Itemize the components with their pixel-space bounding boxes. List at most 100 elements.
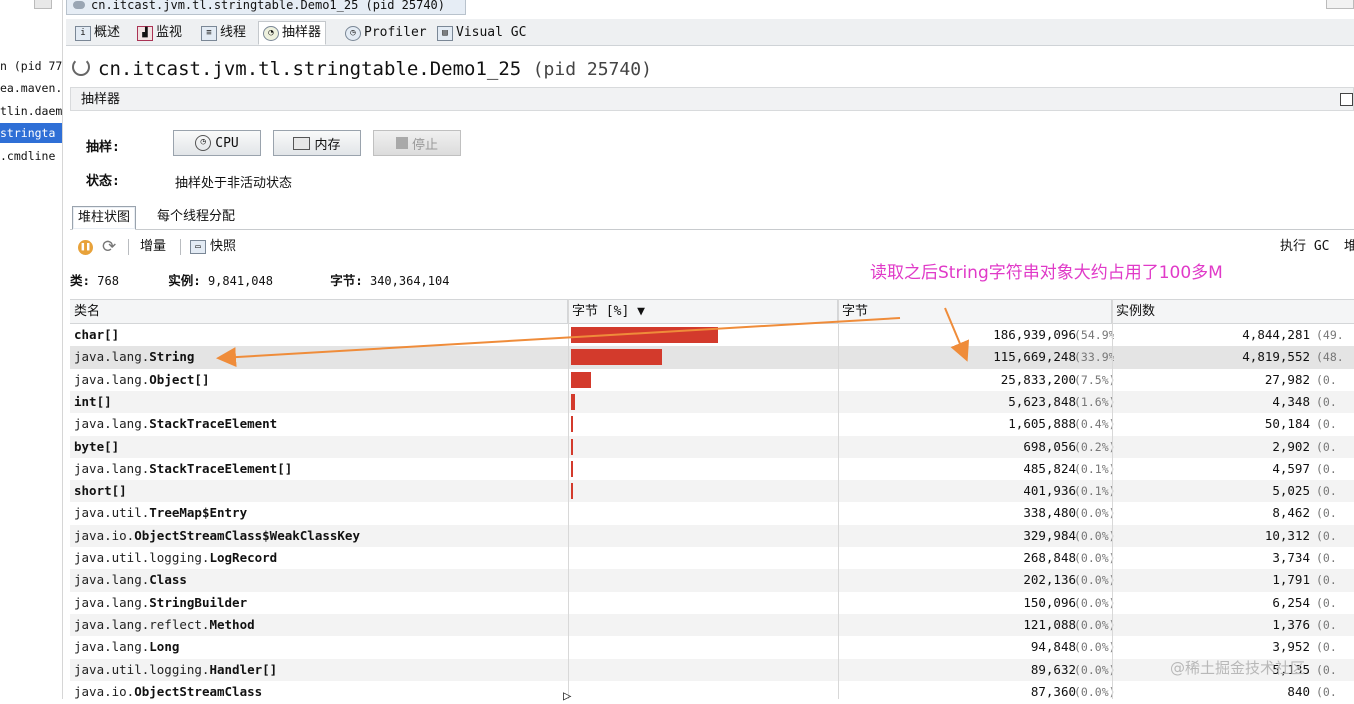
bytes-percent-cell: (54.9%)	[1074, 328, 1114, 342]
table-row[interactable]: java.io.ObjectStreamClass 87,360 (0.0%) 840…	[70, 681, 1354, 699]
document-tab[interactable]: cn.itcast.jvm.tl.stringtable.Demo1_25 (p…	[66, 0, 466, 15]
column-header-instances[interactable]: 实例数	[1112, 300, 1354, 324]
bytes-cell: 87,360	[1030, 683, 1076, 699]
instances-cell: 3,952	[1272, 639, 1310, 655]
tab-monitor[interactable]: ▟ 监视	[132, 21, 187, 45]
toolbar-separator	[128, 239, 129, 255]
table-row[interactable]: java.util.logging.Handler[] 89,632 (0.0%) 5…	[70, 658, 1354, 681]
instances-percent-cell: (0.	[1316, 372, 1337, 387]
instances-cell: 1,791	[1272, 572, 1310, 588]
delta-button[interactable]: 增量	[140, 237, 166, 257]
bytes-percent-bar-cell	[570, 458, 838, 480]
tab-visual-gc[interactable]: ▤ Visual GC	[432, 21, 531, 45]
instances-percent-cell: (0.	[1316, 573, 1337, 588]
bytes-percent-cell: (0.0%)	[1074, 573, 1114, 588]
stop-button-label: 停止	[411, 137, 438, 153]
annotation-text: 读取之后String字符串对象大约占用了100多M	[870, 263, 1223, 283]
instances-cell: 50,184	[1264, 416, 1310, 432]
bytes-percent-cell: (0.0%)	[1074, 684, 1114, 699]
snapshot-label: 快照	[210, 239, 237, 254]
table-row[interactable]: byte[] 698,056 (0.2%) 2,902 (0.	[70, 435, 1354, 458]
classes-count: 768	[97, 274, 119, 288]
instances-cell: 6,254	[1272, 594, 1310, 610]
instances-cell: 4,597	[1272, 460, 1310, 476]
loading-spinner-icon	[72, 58, 90, 76]
snapshot-button[interactable]: ▭ 快照	[190, 237, 236, 257]
tab-sampler[interactable]: ◔ 抽样器	[258, 21, 327, 45]
table-row[interactable]: java.lang.String 115,669,248(33.9%) 4,819,…	[70, 346, 1354, 369]
bytes-percent-bar-cell	[570, 346, 838, 368]
table-row[interactable]: java.lang.StackTraceElement[] 485,824 (0.1…	[70, 458, 1354, 480]
class-simple-name: Method	[209, 616, 255, 632]
table-row[interactable]: java.util.TreeMap$Entry 338,480 (0.0%) 8,46…	[70, 502, 1354, 524]
table-row[interactable]: java.lang.Object[] 25,833,200 (7.5%) 27,982…	[70, 369, 1354, 391]
bytes-percent-cell: (0.1%)	[1074, 484, 1114, 499]
watermark: @稀土掘金技术社区	[1170, 659, 1306, 677]
bytes-percent-bar-cell	[570, 413, 838, 435]
sampler-header-label: 抽样器	[81, 92, 121, 107]
window-control-button[interactable]	[1326, 0, 1354, 9]
bytes-cell: 329,984	[1023, 527, 1076, 543]
tree-item[interactable]: tlin.daem	[0, 101, 62, 121]
status-label: 状态:	[86, 174, 120, 189]
threads-icon: ≡	[201, 25, 217, 41]
tree-toolbar-button[interactable]	[34, 0, 52, 9]
bytes-percent-bar	[571, 416, 573, 433]
pause-button[interactable]: ❚❚	[78, 237, 93, 257]
sampler-section-header: 抽样器	[70, 87, 1354, 111]
class-simple-name: byte[]	[74, 438, 120, 454]
refresh-icon: ⟳	[102, 237, 117, 257]
tab-overview[interactable]: i 概述	[70, 21, 125, 45]
class-name-cell: java.lang.StackTraceElement[]	[74, 458, 564, 480]
tree-item[interactable]: ea.maven.	[0, 78, 62, 98]
tree-item[interactable]: .cmdline	[0, 146, 55, 166]
mouse-cursor-icon: ▷	[563, 688, 572, 704]
tab-heap-histogram[interactable]: 堆柱状图	[72, 206, 137, 230]
class-name-cell: java.io.ObjectStreamClass	[74, 681, 564, 699]
tab-per-thread-allocation[interactable]: 每个线程分配	[152, 206, 240, 228]
bytes-cell: 150,096	[1023, 594, 1076, 610]
memory-sample-button[interactable]: 内存	[273, 130, 361, 156]
column-header-bytes-percent[interactable]: 字节 [%] ▼	[568, 300, 838, 324]
tab-threads[interactable]: ≡ 线程	[196, 21, 251, 45]
class-name-cell: char[]	[74, 324, 564, 346]
class-package: java.lang.	[74, 594, 150, 610]
tree-item-selected[interactable]: stringta	[0, 123, 62, 143]
class-name-cell: java.lang.reflect.Method	[74, 614, 564, 636]
table-row[interactable]: java.lang.Long 94,848 (0.0%) 3,952 (0.	[70, 636, 1354, 658]
table-row[interactable]: short[] 401,936 (0.1%) 5,025 (0.	[70, 480, 1354, 503]
heap-dump-button[interactable]: 堆	[1344, 237, 1354, 257]
class-simple-name: int[]	[74, 393, 112, 409]
table-row[interactable]: char[] 186,939,096(54.9%) 4,844,281 (49.	[70, 324, 1354, 346]
details-checkbox[interactable]	[1340, 93, 1353, 106]
bytes-percent-bar	[571, 483, 573, 500]
column-header-class-name[interactable]: 类名	[70, 300, 568, 324]
tab-profiler[interactable]: ◷ Profiler	[340, 21, 432, 45]
bytes-label: 字节:	[330, 273, 363, 288]
histogram-summary: 类: 768 实例: 9,841,048 字节: 340,364,104	[70, 271, 770, 291]
table-row[interactable]: java.lang.StackTraceElement 1,605,888 (0.4…	[70, 413, 1354, 435]
table-row[interactable]: java.util.logging.LogRecord 268,848 (0.0%)…	[70, 547, 1354, 569]
class-name-cell: java.util.logging.Handler[]	[74, 659, 564, 681]
bytes-cell: 186,939,096	[993, 327, 1076, 342]
table-row[interactable]: java.lang.Class 202,136 (0.0%) 1,791 (0.	[70, 569, 1354, 592]
table-header: 类名 字节 [%] ▼ 字节 实例数	[70, 299, 1354, 324]
bytes-percent-bar-cell	[570, 636, 838, 658]
instances-percent-cell: (0.	[1316, 595, 1337, 610]
tree-item[interactable]: n (pid 77	[0, 56, 62, 76]
refresh-button[interactable]: ⟳	[102, 237, 116, 257]
stop-sample-button[interactable]: 停止	[373, 130, 461, 156]
class-simple-name: Class	[149, 572, 187, 588]
column-header-bytes[interactable]: 字节	[838, 300, 1112, 324]
table-row[interactable]: int[] 5,623,848 (1.6%) 4,348 (0.	[70, 390, 1354, 414]
cpu-sample-button[interactable]: ◷ CPU	[173, 130, 261, 156]
class-simple-name: ObjectStreamClass$WeakClassKey	[134, 527, 360, 543]
table-row[interactable]: java.lang.reflect.Method 121,088 (0.0%) 1,3…	[70, 613, 1354, 637]
bytes-percent-cell: (0.1%)	[1074, 461, 1114, 476]
table-row[interactable]: java.io.ObjectStreamClass$WeakClassKey 32…	[70, 524, 1354, 547]
bytes-cell: 1,605,888	[1008, 416, 1076, 432]
perform-gc-button[interactable]: 执行 GC	[1280, 237, 1329, 257]
close-tab-icon[interactable]: ×	[464, 0, 465, 12]
application-pid: (pid 25740)	[532, 59, 652, 80]
table-row[interactable]: java.lang.StringBuilder 150,096 (0.0%) 6,25…	[70, 592, 1354, 614]
